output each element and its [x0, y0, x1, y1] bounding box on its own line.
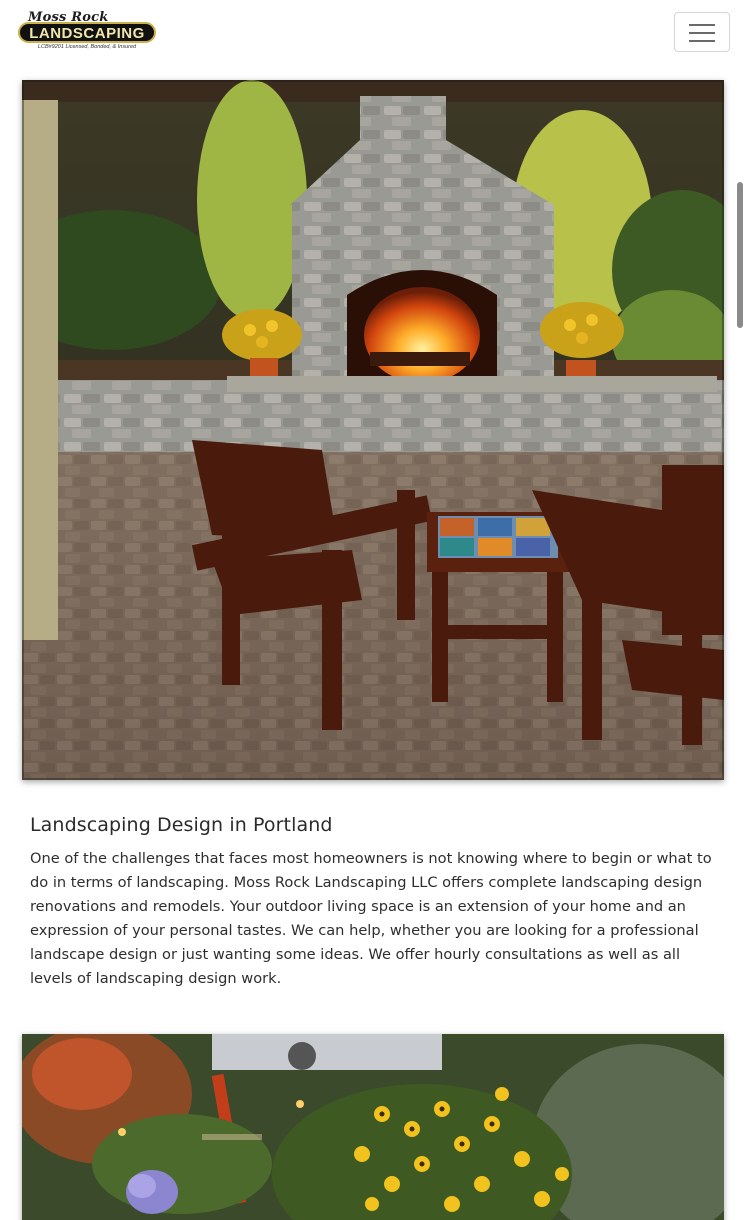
navbar: Moss Rock LANDSCAPING LCB#9201 Licensed,… — [0, 0, 745, 64]
section-paragraph: One of the challenges that faces most ho… — [30, 850, 712, 987]
hamburger-icon — [689, 40, 715, 42]
scrollbar-thumb[interactable] — [737, 182, 743, 328]
logo-main-text: LANDSCAPING — [29, 25, 145, 42]
menu-toggle-button[interactable] — [674, 12, 730, 52]
landscaping-design-section: Landscaping Design in Portland One of th… — [30, 814, 720, 991]
hamburger-icon — [689, 32, 715, 34]
logo-license-text: LCB#9201 Licensed, Bonded, & Insured — [37, 44, 137, 50]
garden-flowers-photo — [22, 1034, 724, 1220]
logo-plate: LANDSCAPING — [18, 22, 156, 43]
outdoor-fireplace-photo — [22, 80, 724, 780]
site-logo[interactable]: Moss Rock LANDSCAPING LCB#9201 Licensed,… — [16, 10, 158, 54]
section-heading: Landscaping Design in Portland — [30, 814, 333, 836]
hamburger-icon — [689, 24, 715, 26]
